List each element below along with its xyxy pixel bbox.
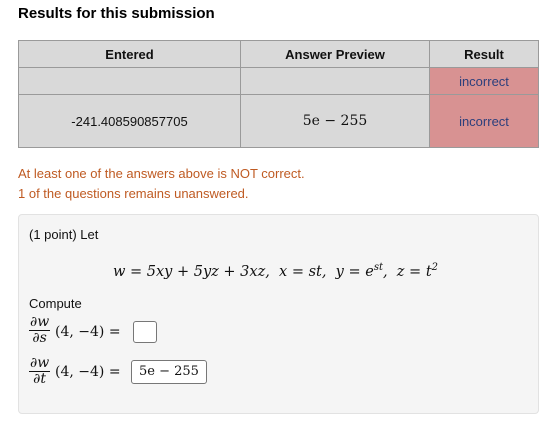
partial-w-s-fraction: ∂w ∂s [29, 314, 51, 346]
results-table: Entered Answer Preview Result incorrect … [18, 40, 539, 148]
fraction-numerator: ∂w [29, 355, 51, 372]
problem-formula: w = 5xy + 5yz + 3xz, x = st, y = est, z … [113, 262, 439, 280]
problem-panel: (1 point) Let w = 5xy + 5yz + 3xz, x = s… [18, 214, 539, 414]
fraction-denominator: ∂s [32, 330, 47, 346]
result-cell-incorrect: incorrect [429, 94, 539, 148]
answer-input-dt[interactable]: 5e − 255 [131, 360, 207, 384]
entered-cell [18, 67, 241, 95]
column-header-result: Result [429, 40, 539, 68]
page-title: Results for this submission [18, 5, 215, 22]
result-cell-incorrect: incorrect [429, 67, 539, 95]
table-header-row: Entered Answer Preview Result [18, 40, 539, 68]
entered-cell: -241.408590857705 [18, 94, 241, 148]
partial-w-t-fraction: ∂w ∂t [29, 355, 51, 387]
unanswered-message: 1 of the questions remains unanswered. [18, 186, 249, 201]
evaluation-point: (4, −4) = [55, 324, 121, 340]
table-row: incorrect [18, 67, 539, 95]
answer-preview-cell [240, 67, 430, 95]
problem-header: (1 point) Let [29, 227, 99, 242]
not-correct-message: At least one of the answers above is NOT… [18, 166, 305, 181]
page: Results for this submission Entered Answ… [0, 0, 559, 432]
compute-label: Compute [29, 296, 82, 311]
evaluation-point: (4, −4) = [55, 364, 121, 380]
fraction-denominator: ∂t [33, 371, 47, 387]
column-header-entered: Entered [18, 40, 241, 68]
answer-input-ds[interactable] [133, 321, 157, 343]
answer-preview-math: 5e − 255 [302, 113, 368, 129]
answer-preview-cell: 5e − 255 [240, 94, 430, 148]
fraction-numerator: ∂w [29, 314, 51, 331]
column-header-answer-preview: Answer Preview [240, 40, 430, 68]
table-row: -241.408590857705 5e − 255 incorrect [18, 94, 539, 148]
